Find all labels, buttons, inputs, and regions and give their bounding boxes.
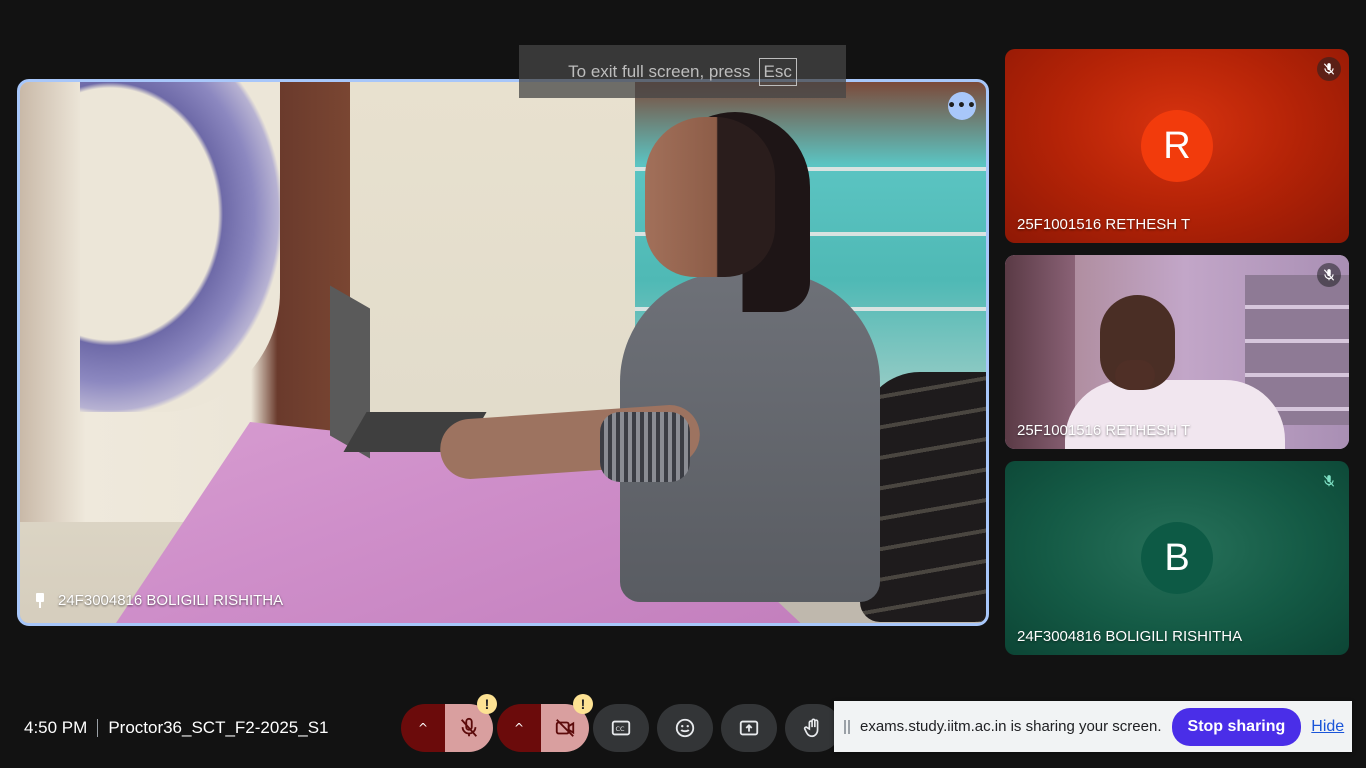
- mic-control-group: ^ !: [401, 694, 497, 752]
- fullscreen-exit-toast: To exit full screen, press Esc: [519, 45, 846, 98]
- emoji-icon: [675, 718, 695, 738]
- more-options-icon[interactable]: •••: [947, 92, 976, 120]
- captions-icon: CC: [611, 720, 631, 736]
- participant-name: 25F1001516 RETHESH T: [1017, 422, 1191, 439]
- mic-off-icon: [1317, 57, 1341, 81]
- camera-warning-icon: !: [573, 694, 593, 714]
- mic-toggle-button[interactable]: !: [445, 694, 497, 752]
- main-participant-name: 24F3004816 BOLIGILI RISHITHA: [58, 592, 284, 609]
- meeting-info: 4:50 PM Proctor36_SCT_F2-2025_S1: [24, 718, 329, 738]
- participant-tile[interactable]: 25F1001516 RETHESH T: [1005, 255, 1349, 449]
- main-participant-label: 24F3004816 BOLIGILI RISHITHA: [34, 592, 283, 609]
- camera-options-chevron-icon[interactable]: ^: [497, 704, 541, 752]
- mic-off-icon: [460, 717, 478, 737]
- svg-text:CC: CC: [616, 725, 625, 733]
- avatar: R: [1141, 110, 1213, 182]
- divider: [97, 719, 99, 737]
- main-video-tile[interactable]: ••• 24F3004816 BOLIGILI RISHITHA: [17, 79, 989, 626]
- camera-control-group: ^ !: [497, 694, 593, 752]
- participant-tile[interactable]: R 25F1001516 RETHESH T: [1005, 49, 1349, 243]
- mic-warning-icon: !: [477, 694, 497, 714]
- emoji-button[interactable]: [657, 704, 713, 752]
- present-screen-button[interactable]: [721, 704, 777, 752]
- participant-tile[interactable]: B 24F3004816 BOLIGILI RISHITHA: [1005, 461, 1349, 655]
- meeting-time: 4:50 PM: [24, 718, 88, 737]
- pin-icon[interactable]: [34, 592, 46, 609]
- mic-off-icon: [1317, 469, 1341, 493]
- mic-off-icon: [1317, 263, 1341, 287]
- esc-key-hint: Esc: [758, 57, 797, 86]
- stop-sharing-button[interactable]: Stop sharing: [1171, 707, 1302, 746]
- captions-button[interactable]: CC: [593, 704, 649, 752]
- raise-hand-icon: [803, 718, 819, 738]
- meet-stage: ••• 24F3004816 BOLIGILI RISHITHA To exit…: [0, 0, 1366, 768]
- participant-name: 25F1001516 RETHESH T: [1017, 216, 1191, 233]
- participant-name: 24F3004816 BOLIGILI RISHITHA: [1017, 628, 1243, 645]
- present-screen-icon: [739, 720, 759, 736]
- raise-hand-button[interactable]: [785, 704, 841, 752]
- hide-link[interactable]: Hide: [1311, 718, 1344, 736]
- meeting-code: Proctor36_SCT_F2-2025_S1: [108, 718, 329, 737]
- screen-sharing-bar: exams.study.iitm.ac.in is sharing your s…: [834, 701, 1352, 752]
- avatar: B: [1141, 522, 1213, 594]
- sharing-message: exams.study.iitm.ac.in is sharing your s…: [860, 718, 1162, 735]
- mic-options-chevron-icon[interactable]: ^: [401, 704, 445, 752]
- fullscreen-toast-text: To exit full screen, press: [568, 61, 751, 81]
- camera-toggle-button[interactable]: !: [541, 694, 593, 752]
- camera-off-icon: [555, 719, 575, 737]
- video-feed: [20, 82, 986, 623]
- drag-handle-icon[interactable]: [844, 719, 850, 734]
- video-feed: [1005, 255, 1349, 449]
